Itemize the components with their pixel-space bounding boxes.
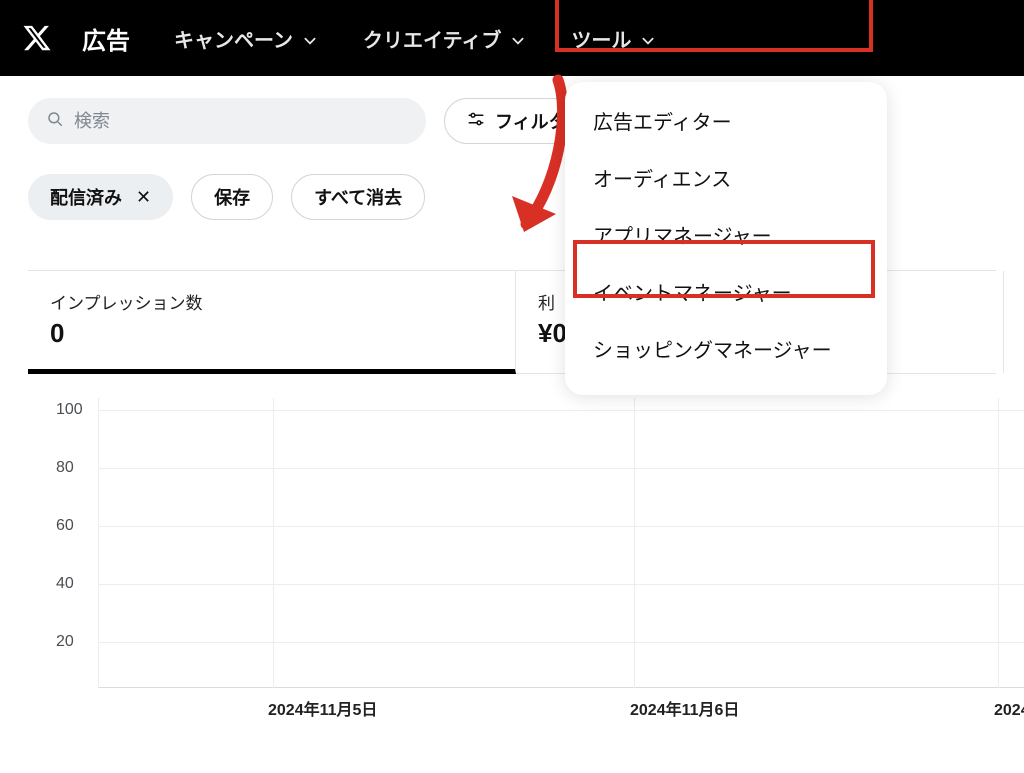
y-tick-label: 80 (56, 459, 74, 477)
dd-item-app-manager[interactable]: アプリマネージャー (565, 206, 887, 263)
top-nav: 広告 キャンペーン クリエイティブ ツール (0, 0, 1024, 76)
chip-save[interactable]: 保存 (191, 174, 273, 220)
nav-campaign[interactable]: キャンペーン (172, 18, 319, 59)
chevron-down-icon (641, 31, 655, 45)
search-box[interactable] (28, 98, 426, 144)
close-icon[interactable]: ✕ (136, 187, 151, 208)
y-tick-label: 100 (56, 401, 83, 419)
chip-clear-all[interactable]: すべて消去 (291, 174, 425, 220)
nav-tools[interactable]: ツール (569, 18, 657, 59)
x-logo-icon (22, 23, 52, 53)
x-tick-label: 2024年11月5日 (268, 696, 377, 720)
y-tick-label: 20 (56, 633, 74, 651)
nav-title: 広告 (82, 21, 130, 56)
y-tick-label: 60 (56, 517, 74, 535)
tools-dropdown: 広告エディター オーディエンス アプリマネージャー イベントマネージャー ショッ… (565, 82, 887, 395)
gridline-v (273, 398, 274, 688)
content-area: フィルタ 配信済み ✕ 保存 すべて消去 広告エディター オーディエンス アプリ… (0, 76, 1024, 718)
chip-clear-all-label: すべて消去 (314, 184, 402, 210)
x-tick-label: 2024年11 (994, 696, 1024, 720)
gridline-v (998, 398, 999, 688)
tab-impressions-label: インプレッション数 (50, 289, 493, 314)
search-input[interactable] (74, 111, 408, 132)
nav-campaign-label: キャンペーン (174, 24, 293, 53)
chip-save-label: 保存 (214, 184, 250, 210)
tab-extra[interactable] (1004, 271, 1024, 373)
chart-plot (98, 398, 1024, 688)
filter-icon (467, 110, 485, 133)
dd-item-shopping-manager[interactable]: ショッピングマネージャー (565, 320, 887, 377)
nav-creative[interactable]: クリエイティブ (361, 18, 527, 59)
dd-item-event-manager[interactable]: イベントマネージャー (565, 263, 887, 320)
chevron-down-icon (303, 31, 317, 45)
y-tick-label: 40 (56, 575, 74, 593)
tab-impressions-value: 0 (50, 318, 493, 349)
chart: 100 80 60 40 20 2024年11月5日 2024年11月6日 20… (54, 398, 1024, 718)
dd-item-ad-editor[interactable]: 広告エディター (565, 92, 887, 149)
chip-delivered-label: 配信済み (50, 184, 122, 210)
gridline-v (634, 398, 635, 688)
chip-delivered[interactable]: 配信済み ✕ (28, 174, 173, 220)
chart-area: 100 80 60 40 20 2024年11月5日 2024年11月6日 20… (28, 398, 996, 718)
gridline-v (98, 398, 99, 688)
nav-creative-label: クリエイティブ (363, 24, 501, 53)
search-icon (46, 110, 64, 133)
x-tick-label: 2024年11月6日 (630, 696, 739, 720)
chevron-down-icon (511, 31, 525, 45)
filter-label: フィルタ (495, 108, 567, 134)
dd-item-audience[interactable]: オーディエンス (565, 149, 887, 206)
nav-tools-label: ツール (571, 24, 631, 53)
tab-impressions[interactable]: インプレッション数 0 (28, 271, 516, 374)
